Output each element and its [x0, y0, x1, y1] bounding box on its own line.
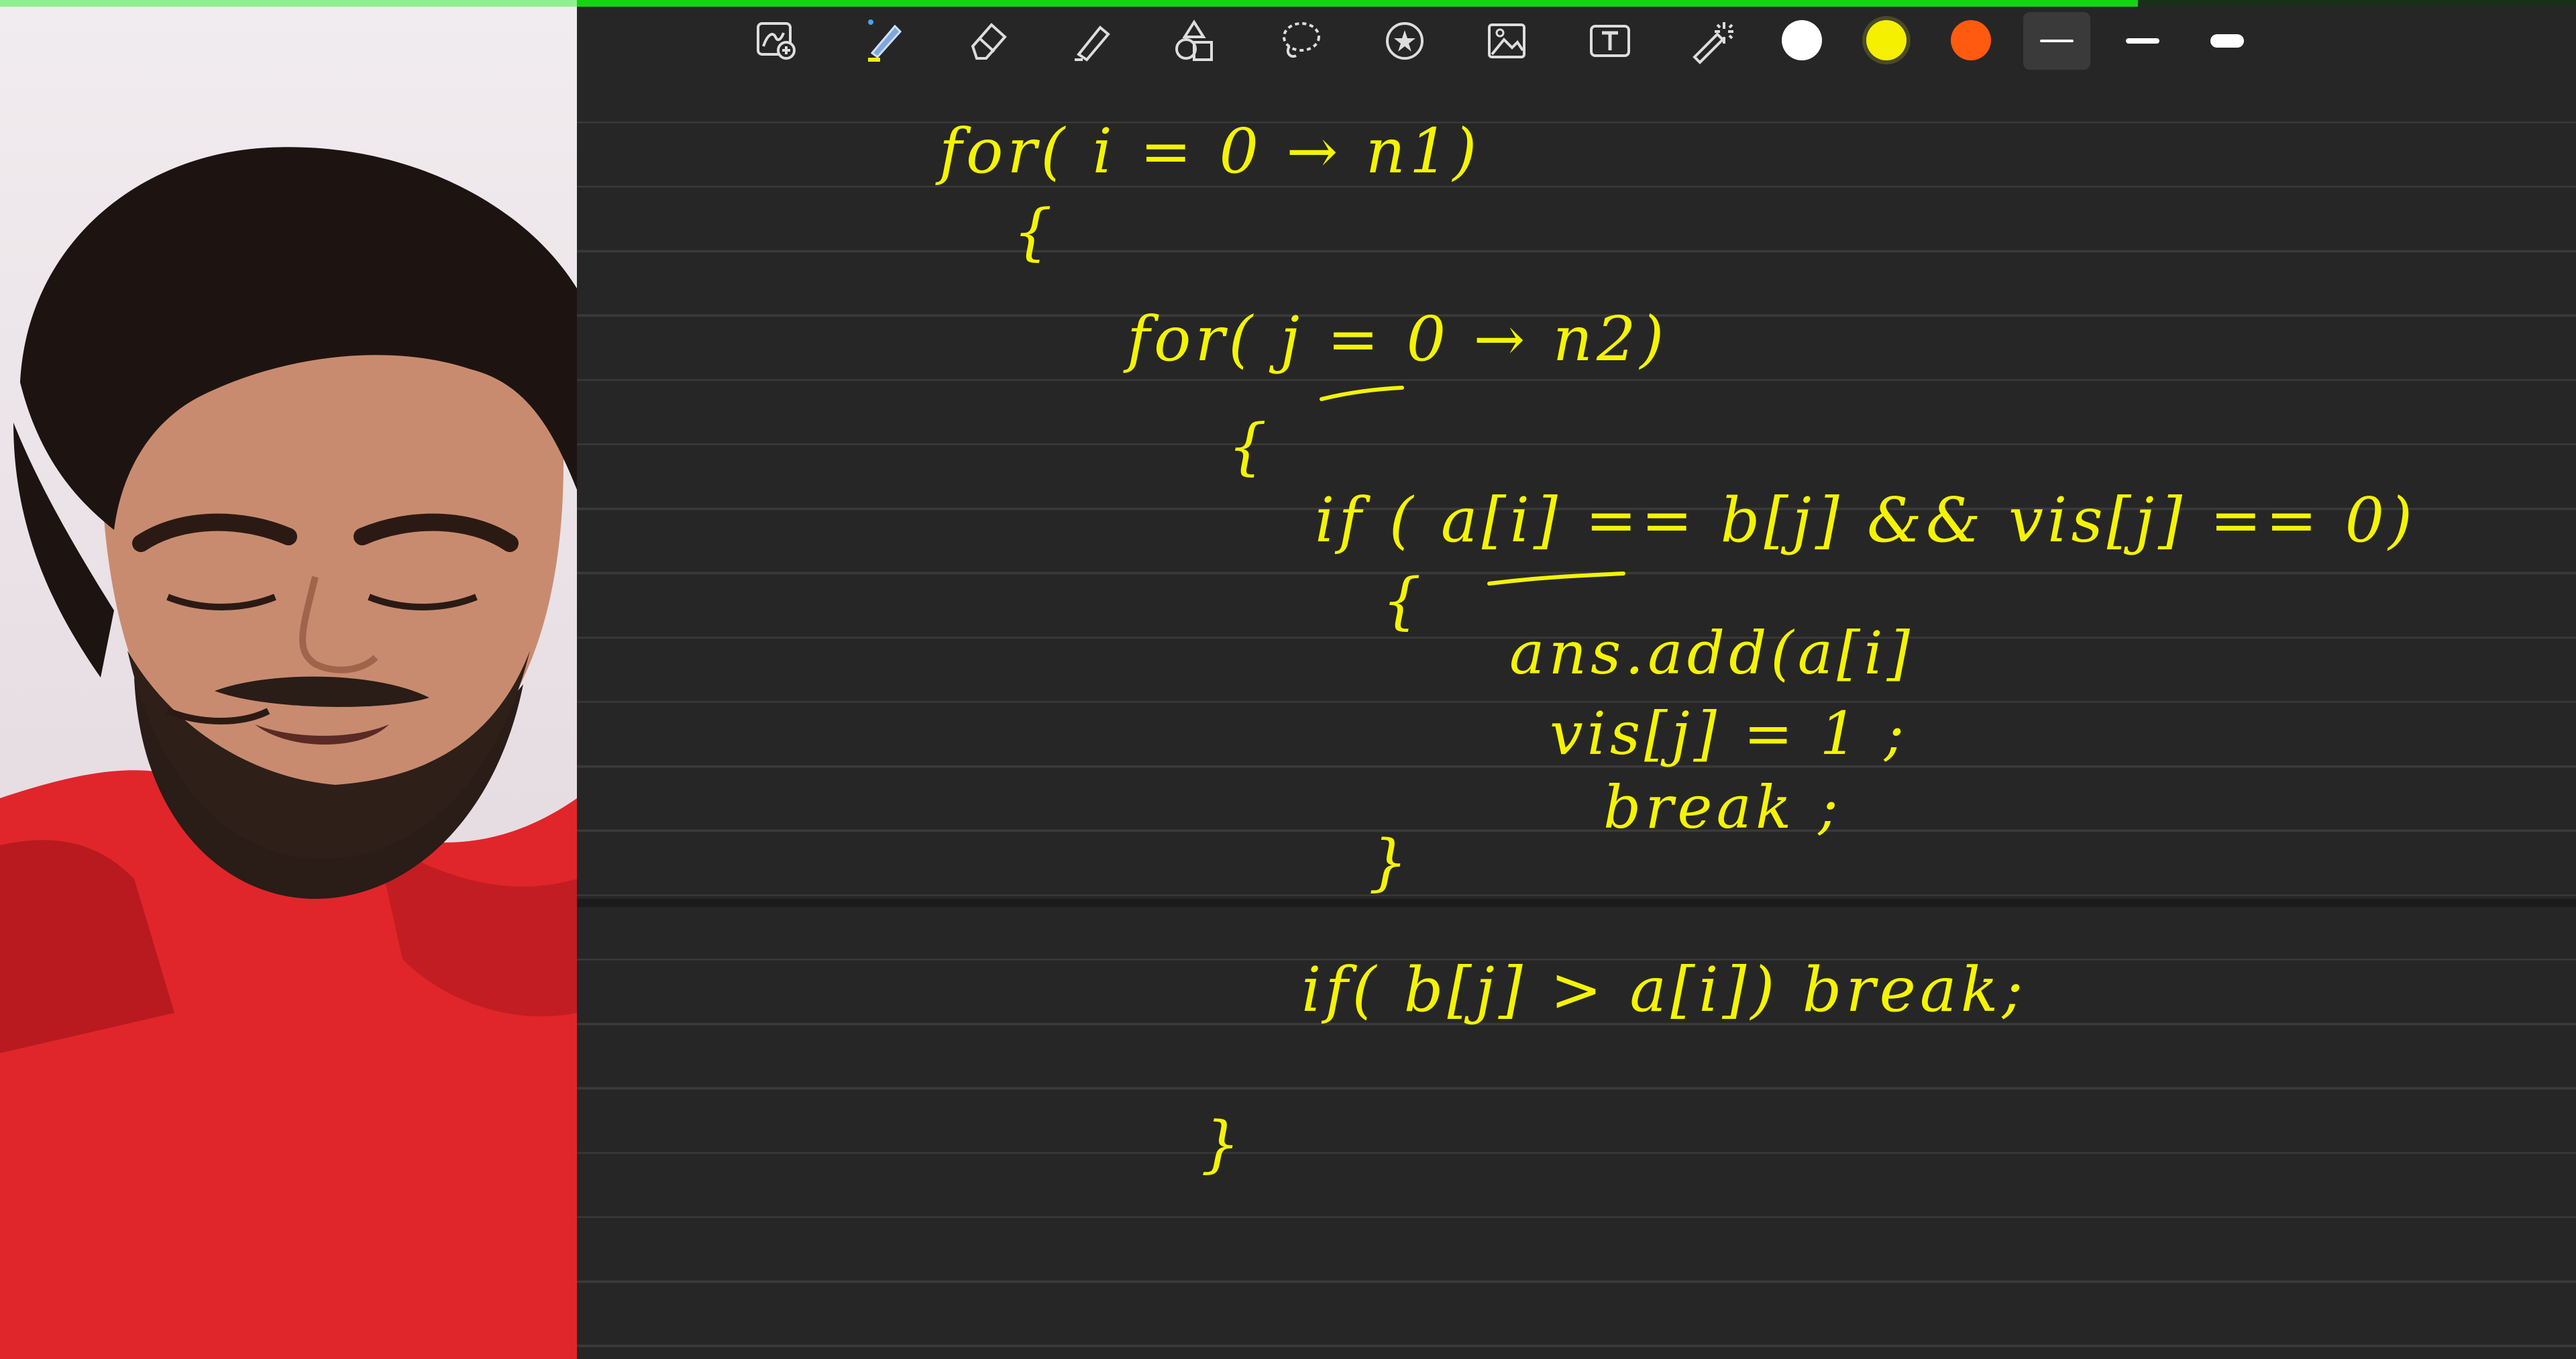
ink-underlines	[1320, 386, 1625, 586]
